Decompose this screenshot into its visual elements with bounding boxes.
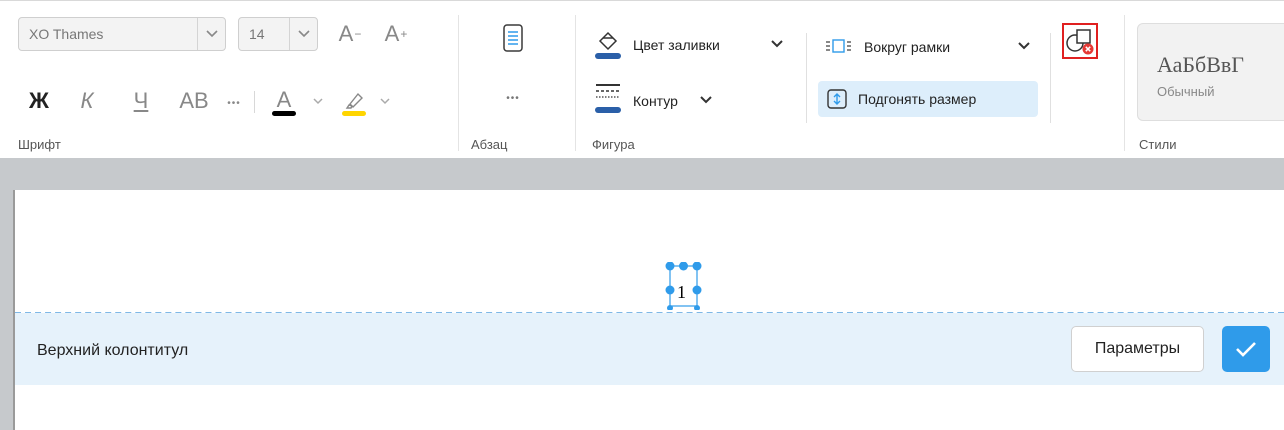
font-group-label: Шрифт: [18, 137, 61, 152]
highlighter-icon: [345, 92, 363, 109]
paragraph-group: ••• Абзац: [459, 1, 575, 159]
separator: [1050, 33, 1051, 123]
header-confirm-button[interactable]: [1222, 326, 1270, 372]
outline-label: Контур: [633, 93, 678, 109]
style-name: Обычный: [1157, 84, 1215, 99]
fill-color-button[interactable]: Цвет заливки: [592, 27, 790, 65]
autofit-icon: [827, 89, 847, 109]
underline-letter: Ч: [133, 88, 149, 113]
bold-letter: Ж: [29, 88, 49, 113]
more-dots: •••: [227, 97, 241, 109]
outline-button[interactable]: Контур: [592, 79, 752, 119]
font-size-select[interactable]: 14: [238, 17, 318, 51]
autofit-toggle[interactable]: Подгонять размер: [818, 81, 1038, 117]
chevron-down-icon: [1018, 39, 1030, 53]
chevron-down-icon: [700, 93, 712, 107]
strikethrough-button[interactable]: АВ: [172, 87, 216, 115]
separator: [254, 91, 255, 113]
font-name-value: XO Thames: [29, 26, 104, 42]
wrap-text-label: Вокруг рамки: [864, 39, 951, 55]
page-number: 1: [677, 282, 686, 302]
shape-group: Цвет заливки Контур Вокруг рамки Подгоня…: [576, 1, 1124, 159]
header-toolbar: Верхний колонтитул Параметры: [15, 313, 1284, 385]
chevron-down-icon[interactable]: [313, 97, 323, 108]
ribbon-toolbar: XO Thames 14 A − A + Ж К Ч АВ ••• А Шриф…: [0, 0, 1284, 158]
shape-group-label: Фигура: [592, 137, 635, 152]
page-number-field[interactable]: 1: [662, 262, 704, 310]
paragraph-align-icon: [503, 24, 523, 52]
outline-icon: [595, 84, 621, 113]
wrap-around-frame-icon: [826, 39, 851, 53]
separator: [806, 33, 807, 123]
style-normal-tile[interactable]: АаБбВвГ Обычный: [1137, 23, 1284, 121]
header-label: Верхний колонтитул: [37, 342, 189, 359]
document-page[interactable]: [15, 190, 1284, 430]
chevron-down-icon[interactable]: [380, 97, 390, 108]
font-name-select[interactable]: XO Thames: [18, 17, 226, 51]
paragraph-group-label: Абзац: [471, 137, 508, 152]
style-sample-text: АаБбВвГ: [1157, 52, 1244, 77]
paint-bucket-icon: [595, 31, 621, 59]
chevron-down-icon: [289, 18, 317, 50]
highlight-color-button[interactable]: [336, 85, 372, 121]
header-params-label: Параметры: [1094, 340, 1181, 357]
bold-button[interactable]: Ж: [26, 87, 52, 115]
grow-font-letter: A: [384, 21, 400, 46]
grow-font-button[interactable]: A +: [378, 19, 414, 49]
highlight-color-bar: [342, 111, 366, 116]
checkmark-icon: [1236, 342, 1256, 357]
autofit-label: Подгонять размер: [858, 91, 977, 107]
underline-button[interactable]: Ч: [128, 87, 154, 115]
chevron-down-icon: [771, 37, 783, 51]
fill-color-label: Цвет заливки: [633, 37, 720, 53]
paragraph-button[interactable]: [497, 21, 529, 57]
styles-group-label: Стили: [1139, 137, 1177, 152]
wrap-text-button[interactable]: Вокруг рамки: [824, 31, 1034, 63]
styles-group: АаБбВвГ Обычный Стили: [1125, 1, 1284, 159]
font-group: XO Thames 14 A − A + Ж К Ч АВ ••• А Шриф…: [0, 1, 458, 159]
italic-letter: К: [80, 88, 94, 113]
remove-shape-button[interactable]: [1062, 23, 1098, 59]
more-font-options-button[interactable]: •••: [222, 91, 246, 115]
shrink-font-letter: A: [338, 21, 354, 46]
font-color-bar: [272, 111, 296, 116]
remove-shape-icon: [1066, 29, 1094, 55]
page-edge: [0, 190, 15, 430]
more-paragraph-options-button[interactable]: •••: [501, 93, 525, 113]
font-color-button[interactable]: А: [266, 85, 302, 121]
chevron-down-icon: [197, 18, 225, 50]
font-color-letter: А: [276, 87, 292, 112]
more-dots: •••: [506, 93, 520, 104]
header-params-button[interactable]: Параметры: [1071, 326, 1204, 372]
italic-button[interactable]: К: [74, 87, 100, 115]
font-size-value: 14: [249, 26, 265, 42]
canvas-gutter: [0, 158, 1284, 190]
strikethrough-letter: АВ: [179, 88, 209, 113]
shrink-font-button[interactable]: A −: [332, 19, 368, 49]
